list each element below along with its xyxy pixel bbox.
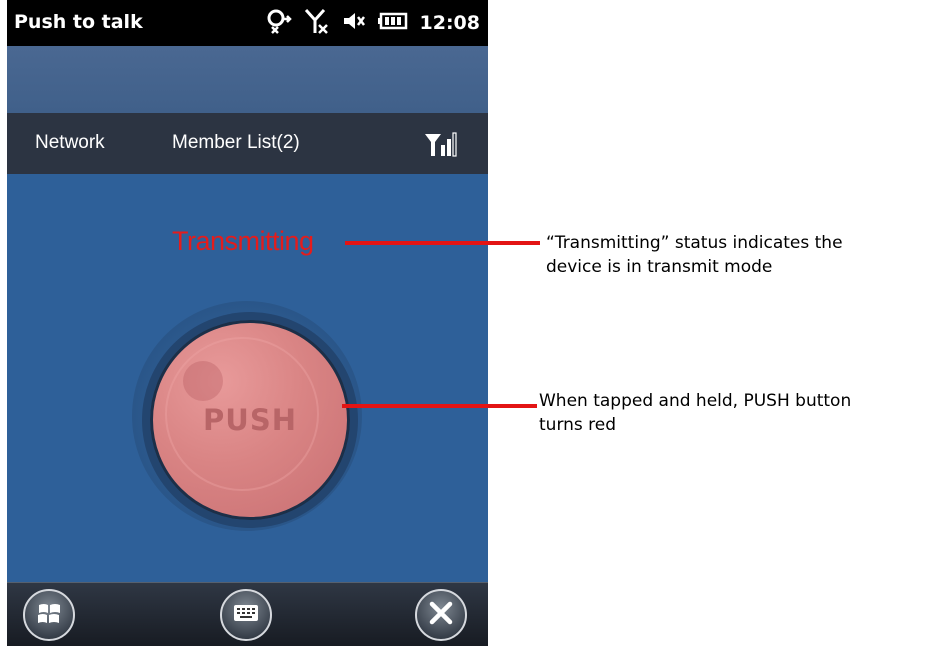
speaker-muted-icon <box>342 9 366 37</box>
bottom-bar <box>7 582 488 646</box>
transmitting-status: Transmitting <box>172 226 314 256</box>
header-band <box>7 46 488 113</box>
no-signal-icon <box>304 7 330 39</box>
push-note-line2: turns red <box>539 415 617 435</box>
push-note-line1: When tapped and held, PUSH button <box>539 391 852 411</box>
push-pointer-line <box>342 404 537 408</box>
transmitting-note-line2: device is in transmit mode <box>546 257 773 277</box>
battery-icon <box>377 12 408 34</box>
close-icon <box>428 600 454 630</box>
push-label: PUSH <box>203 403 297 437</box>
transmitting-note: “Transmitting” status indicates the devi… <box>546 231 843 279</box>
phone-screen: Push to talk 12:08 Network Member List(2… <box>7 0 488 646</box>
push-button-shine <box>183 361 223 401</box>
tab-network[interactable]: Network <box>35 132 105 154</box>
push-note: When tapped and held, PUSH button turns … <box>539 389 851 437</box>
start-button[interactable] <box>23 589 75 641</box>
transmitting-pointer-line <box>345 241 540 245</box>
close-button[interactable] <box>415 589 467 641</box>
transmitting-note-line1: “Transmitting” status indicates the <box>546 233 843 253</box>
windows-start-icon <box>35 599 63 631</box>
keyboard-button[interactable] <box>220 589 272 641</box>
tab-member-list[interactable]: Member List(2) <box>172 132 300 154</box>
keyboard-icon <box>233 604 259 626</box>
app-title: Push to talk <box>14 11 143 33</box>
status-icons: 12:08 <box>266 8 480 38</box>
tab-bar: Network Member List(2) <box>7 113 488 174</box>
clock: 12:08 <box>419 12 480 34</box>
push-button[interactable]: PUSH <box>150 320 350 520</box>
signal-strength-icon <box>424 131 458 161</box>
status-bar: Push to talk 12:08 <box>7 0 488 46</box>
main-area: Transmitting PUSH <box>7 174 488 582</box>
network-sharing-icon <box>266 7 292 39</box>
